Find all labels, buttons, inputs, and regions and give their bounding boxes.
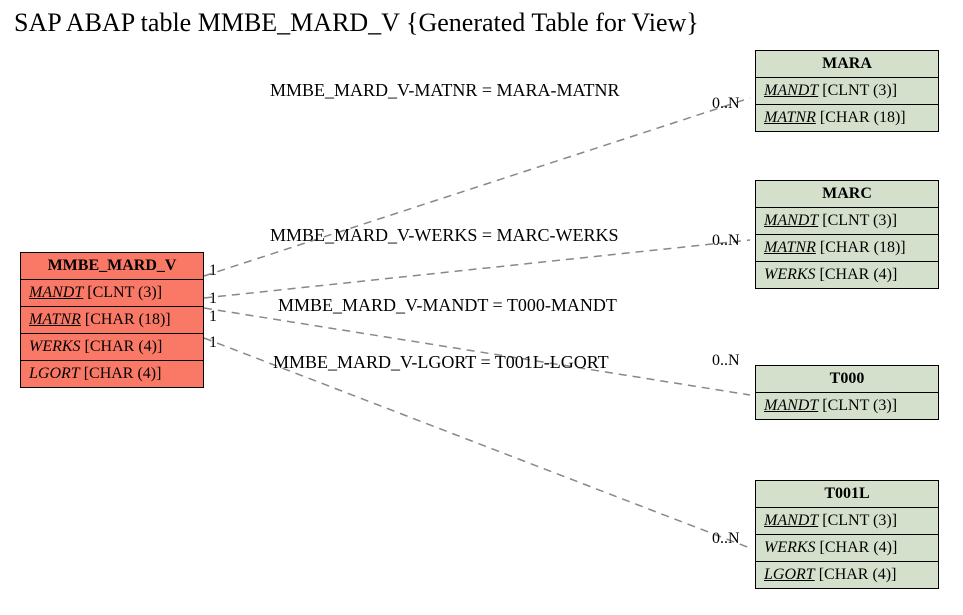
relation-label: MMBE_MARD_V-MANDT = T000-MANDT [278,295,617,316]
entity-header: T001L [756,481,938,508]
field-type: [CLNT (3)] [87,284,162,301]
field-type: [CHAR (18)] [820,239,906,256]
cardinality-left: 1 [209,308,217,326]
relation-label: MMBE_MARD_V-WERKS = MARC-WERKS [270,225,619,246]
cardinality-right: 0..N [712,95,740,113]
field-type: [CHAR (18)] [820,109,906,126]
entity-marc: MARC MANDT [CLNT (3)] MATNR [CHAR (18)] … [755,180,939,289]
entity-t000: T000 MANDT [CLNT (3)] [755,365,939,420]
entity-header: MARA [756,51,938,78]
field-row: MATNR [CHAR (18)] [21,307,203,334]
field-name: MANDT [764,82,818,99]
field-row: WERKS [CHAR (4)] [756,535,938,562]
entity-header: MARC [756,181,938,208]
diagram-title: SAP ABAP table MMBE_MARD_V {Generated Ta… [14,8,699,38]
field-type: [CLNT (3)] [822,397,897,414]
field-type: [CHAR (4)] [84,365,162,382]
cardinality-right: 0..N [712,352,740,370]
field-name: MATNR [764,239,816,256]
cardinality-right: 0..N [712,232,740,250]
field-name: MANDT [764,512,818,529]
field-name: WERKS [764,539,816,556]
field-name: LGORT [29,365,80,382]
cardinality-right: 0..N [712,530,740,548]
cardinality-left: 1 [209,290,217,308]
field-row: MANDT [CLNT (3)] [756,393,938,419]
cardinality-left: 1 [209,334,217,352]
field-name: MANDT [764,212,818,229]
field-type: [CLNT (3)] [822,212,897,229]
field-type: [CHAR (4)] [85,338,163,355]
field-name: MANDT [764,397,818,414]
field-type: [CLNT (3)] [822,82,897,99]
field-row: MATNR [CHAR (18)] [756,235,938,262]
field-type: [CHAR (18)] [85,311,171,328]
field-row: WERKS [CHAR (4)] [21,334,203,361]
field-type: [CHAR (4)] [820,539,898,556]
field-row: LGORT [CHAR (4)] [756,562,938,588]
entity-header: MMBE_MARD_V [21,253,203,280]
field-row: MANDT [CLNT (3)] [756,208,938,235]
cardinality-left: 1 [209,262,217,280]
field-name: MATNR [764,109,816,126]
entity-header: T000 [756,366,938,393]
field-name: WERKS [764,266,816,283]
relation-label: MMBE_MARD_V-MATNR = MARA-MATNR [270,80,620,101]
entity-mara: MARA MANDT [CLNT (3)] MATNR [CHAR (18)] [755,50,939,132]
field-name: MANDT [29,284,83,301]
field-type: [CHAR (4)] [820,266,898,283]
entity-mmbe-mard-v: MMBE_MARD_V MANDT [CLNT (3)] MATNR [CHAR… [20,252,204,388]
field-row: LGORT [CHAR (4)] [21,361,203,387]
field-row: MANDT [CLNT (3)] [756,78,938,105]
field-name: LGORT [764,566,815,583]
entity-t001l: T001L MANDT [CLNT (3)] WERKS [CHAR (4)] … [755,480,939,589]
field-name: WERKS [29,338,81,355]
field-row: MATNR [CHAR (18)] [756,105,938,131]
field-row: MANDT [CLNT (3)] [756,508,938,535]
field-row: MANDT [CLNT (3)] [21,280,203,307]
relation-label: MMBE_MARD_V-LGORT = T001L-LGORT [273,352,609,373]
field-name: MATNR [29,311,81,328]
field-type: [CLNT (3)] [822,512,897,529]
field-row: WERKS [CHAR (4)] [756,262,938,288]
field-type: [CHAR (4)] [819,566,897,583]
